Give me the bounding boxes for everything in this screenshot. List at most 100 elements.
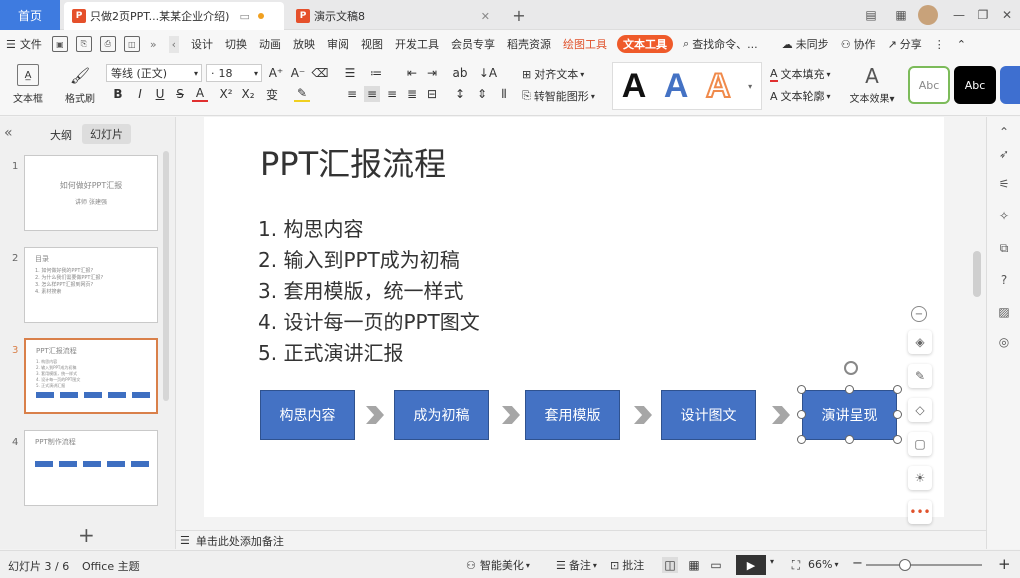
menu-slideshow[interactable]: 放映: [287, 30, 321, 58]
list-item[interactable]: 3. 套用模版，统一样式: [258, 275, 463, 304]
resize-handle[interactable]: [845, 385, 854, 394]
subscript-icon[interactable]: X₂: [240, 86, 256, 102]
flow-box-1[interactable]: 构思内容: [260, 390, 355, 440]
more-quick-icon[interactable]: »: [150, 38, 157, 51]
search-command[interactable]: ⌕ 查找命令、...: [677, 30, 764, 58]
play-options-icon[interactable]: ▾: [770, 557, 774, 566]
menu-draw-tool[interactable]: 绘图工具: [557, 30, 613, 58]
avatar[interactable]: [918, 5, 938, 25]
comment-button[interactable]: ⊡ 批注: [610, 557, 644, 573]
italic-icon[interactable]: I: [132, 86, 148, 102]
resize-handle[interactable]: [797, 385, 806, 394]
restore-icon[interactable]: ❐: [974, 6, 992, 24]
shape-style-abc-1[interactable]: Abc: [908, 66, 950, 104]
numbered-list-icon[interactable]: ≔: [368, 65, 384, 81]
collab-button[interactable]: ⚇ 协作: [835, 30, 882, 58]
align-text-button[interactable]: ⊞ 对齐文本 ▾: [522, 66, 584, 82]
scroll-left-icon[interactable]: ‹: [168, 35, 180, 53]
menu-design[interactable]: 设计: [185, 30, 219, 58]
theme-name[interactable]: Office 主题: [82, 558, 140, 574]
menu-member[interactable]: 会员专享: [445, 30, 501, 58]
format-brush-button[interactable]: 🖌 格式刷: [60, 64, 100, 106]
phonetic-icon[interactable]: 变: [264, 86, 280, 102]
panel-scrollbar[interactable]: [163, 151, 169, 401]
textbox-button[interactable]: A̲ 文本框: [8, 64, 48, 105]
increase-font-icon[interactable]: A⁺: [268, 65, 284, 81]
minimize-icon[interactable]: —: [950, 6, 968, 24]
tab-outline[interactable]: 大纲: [50, 127, 72, 143]
list-item[interactable]: 4. 设计每一页的PPT图文: [258, 306, 480, 335]
tab-slides[interactable]: 幻灯片: [82, 124, 131, 144]
smart-shape-button[interactable]: ⎘ 转智能图形 ▾: [522, 88, 595, 104]
shape-style-abc-2[interactable]: Abc: [954, 66, 996, 104]
menu-review[interactable]: 审阅: [321, 30, 355, 58]
save-icon[interactable]: ▣: [51, 36, 68, 52]
resize-handle[interactable]: [845, 435, 854, 444]
doc-tab-2[interactable]: P 演示文稿8 ✕: [288, 2, 498, 30]
menu-text-tool[interactable]: 文本工具: [617, 35, 674, 53]
more-tools-icon[interactable]: •••: [908, 500, 932, 524]
menu-animation[interactable]: 动画: [253, 30, 287, 58]
beautify-button[interactable]: ⚇ 智能美化 ▾: [466, 557, 530, 573]
sort-icon[interactable]: ↓A: [479, 65, 497, 81]
more-icon[interactable]: ⋮: [928, 30, 951, 58]
distribute-icon[interactable]: ⊟: [424, 86, 440, 102]
collapse-panel-icon[interactable]: «: [4, 125, 13, 141]
flow-box-3[interactable]: 套用模版: [525, 390, 620, 440]
menu-developer[interactable]: 开发工具: [389, 30, 445, 58]
settings-sliders-icon[interactable]: ⚟: [995, 175, 1013, 193]
layers-icon[interactable]: ◈: [908, 330, 932, 354]
list-item[interactable]: 2. 输入到PPT成为初稿: [258, 244, 460, 273]
close-tab-icon[interactable]: ✕: [481, 10, 490, 23]
highlight-icon[interactable]: ✎: [294, 86, 310, 102]
paragraph-spacing-icon[interactable]: ⇕: [474, 86, 490, 102]
bullet-list-icon[interactable]: ☰: [342, 65, 358, 81]
new-tab-icon[interactable]: +: [510, 6, 528, 25]
increase-indent-icon[interactable]: ⇥: [424, 65, 440, 81]
zoom-slider-thumb[interactable]: [899, 559, 911, 571]
compass-icon[interactable]: ◎: [995, 333, 1013, 351]
resize-handle[interactable]: [893, 410, 902, 419]
decrease-font-icon[interactable]: A⁻: [290, 65, 306, 81]
normal-view-icon[interactable]: ◫: [662, 557, 678, 573]
slide-thumb-2[interactable]: 目录 1. 如何做好我的PPT汇报? 2. 为什么我们需要做PPT汇报? 3. …: [24, 247, 158, 323]
gallery-more-icon[interactable]: ▾: [748, 82, 752, 91]
play-icon[interactable]: ▶: [736, 555, 766, 575]
menu-transition[interactable]: 切换: [219, 30, 253, 58]
bulb-icon[interactable]: ☀: [908, 466, 932, 490]
slide-title[interactable]: PPT汇报流程: [260, 139, 446, 185]
resize-handle[interactable]: [797, 410, 806, 419]
flow-box-2[interactable]: 成为初稿: [394, 390, 489, 440]
resize-handle[interactable]: [893, 385, 902, 394]
bold-icon[interactable]: B: [110, 86, 126, 102]
share-button[interactable]: ↗ 分享: [882, 30, 928, 58]
text-fill-button[interactable]: A 文本填充 ▾: [770, 66, 831, 82]
sorter-view-icon[interactable]: ▦: [686, 557, 702, 573]
list-item[interactable]: 1. 构思内容: [258, 213, 363, 242]
close-window-icon[interactable]: ✕: [998, 6, 1016, 24]
text-outline-button[interactable]: A 文本轮廓 ▾: [770, 88, 831, 104]
fill-icon[interactable]: ◇: [908, 398, 932, 422]
justify-icon[interactable]: ≣: [404, 86, 420, 102]
list-item[interactable]: 5. 正式演讲汇报: [258, 337, 403, 366]
add-slide-icon[interactable]: +: [78, 523, 95, 547]
canvas-scrollbar-thumb[interactable]: [973, 251, 981, 297]
clear-format-icon[interactable]: ⌫: [312, 65, 329, 81]
export-icon[interactable]: ⎘: [75, 36, 92, 52]
font-color-icon[interactable]: A: [192, 86, 208, 102]
sync-button[interactable]: ☁ 未同步: [776, 30, 835, 58]
window-icon[interactable]: ▭: [239, 10, 249, 23]
resize-handle[interactable]: [893, 435, 902, 444]
slide-thumb-3[interactable]: PPT汇报流程 1. 构思内容 2. 输入到PPT成为初稿 3. 套用模版，统一…: [24, 338, 158, 414]
text-effect-button[interactable]: A 文本效果▾: [842, 64, 902, 105]
menu-file[interactable]: ☰ 文件: [0, 30, 48, 58]
canvas-scrollbar-track[interactable]: [970, 117, 984, 530]
copy-icon[interactable]: ⧉: [995, 239, 1013, 257]
slide-thumb-1[interactable]: 如何做好PPT汇报 讲师 张建强: [24, 155, 158, 231]
preview-icon[interactable]: ◫: [123, 36, 140, 52]
chevron-up-icon[interactable]: ⌃: [995, 123, 1013, 141]
underline-icon[interactable]: U: [152, 86, 168, 102]
layout-icon[interactable]: ▤: [862, 6, 880, 24]
zoom-slider[interactable]: [866, 564, 982, 566]
print-icon[interactable]: ⎙: [99, 36, 116, 52]
